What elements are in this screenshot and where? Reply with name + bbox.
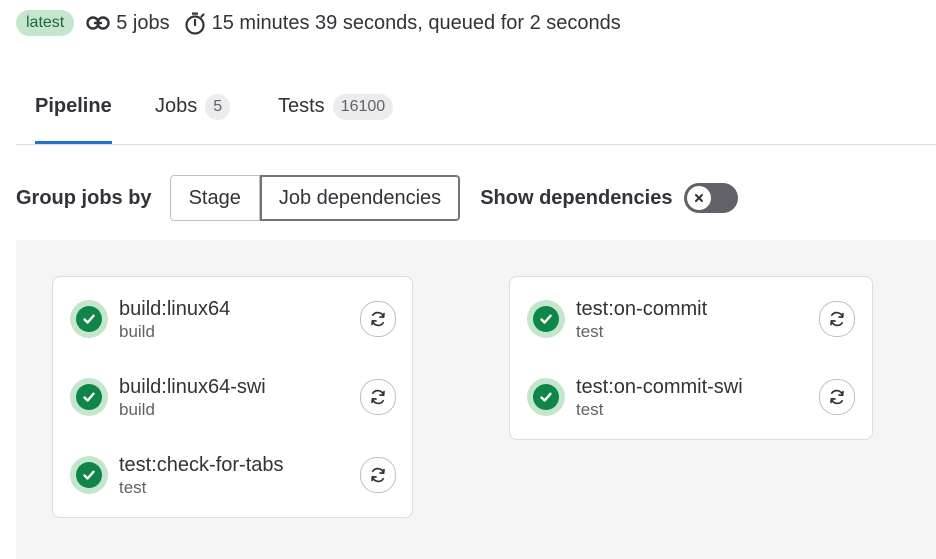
job-group: test:on-commit test test:on-commit-swi t…: [509, 276, 873, 440]
status-passed: [70, 378, 108, 416]
pipeline-tabs: Pipeline Jobs 5 Tests 16100: [16, 70, 936, 145]
job-stage: test: [119, 478, 147, 497]
latest-badge: latest: [16, 10, 75, 36]
pipeline-link-icon: [86, 16, 110, 30]
retry-icon: [371, 467, 385, 483]
tab-jobs-label: Jobs: [155, 95, 198, 117]
tab-pipeline[interactable]: Pipeline: [35, 70, 112, 144]
status-passed: [527, 300, 565, 338]
status-passed: [70, 300, 108, 338]
job-name: test:on-commit: [576, 298, 708, 320]
retry-button[interactable]: [360, 457, 396, 493]
status-passed: [527, 378, 565, 416]
close-icon: [695, 194, 704, 202]
pipeline-summary: latest 5 jobs 15 minutes 39 seconds, que…: [16, 9, 635, 37]
retry-button[interactable]: [819, 379, 855, 415]
status-passed: [70, 456, 108, 494]
job-item[interactable]: test:on-commit-swi test: [510, 367, 872, 427]
pipeline-graph: build:linux64 build build:linux64-swi bu…: [16, 240, 936, 559]
job-name: build:linux64-swi: [119, 376, 266, 398]
group-by-job-dependencies-button[interactable]: Job dependencies: [259, 175, 461, 221]
show-dependencies-label: Show dependencies: [480, 186, 673, 209]
tab-tests[interactable]: Tests 16100: [278, 70, 394, 143]
job-group: build:linux64 build build:linux64-swi bu…: [52, 276, 413, 518]
stopwatch-icon: [185, 12, 205, 35]
tab-tests-label: Tests: [278, 95, 325, 117]
retry-icon: [830, 311, 844, 327]
job-stage: test: [576, 322, 604, 341]
tab-tests-count: 16100: [332, 93, 394, 120]
job-item[interactable]: test:check-for-tabs test: [53, 445, 412, 505]
retry-icon: [371, 311, 385, 327]
retry-button[interactable]: [360, 301, 396, 337]
check-circle-icon: [83, 392, 95, 402]
job-item[interactable]: test:on-commit test: [510, 289, 872, 349]
job-name: test:on-commit-swi: [576, 376, 743, 398]
graph-controls: Group jobs by Stage Job dependencies Sho…: [16, 174, 739, 222]
retry-button[interactable]: [819, 301, 855, 337]
retry-button[interactable]: [360, 379, 396, 415]
job-name: build:linux64: [119, 298, 231, 320]
job-item[interactable]: build:linux64-swi build: [53, 367, 412, 427]
group-by-stage-button[interactable]: Stage: [169, 175, 260, 221]
show-dependencies-toggle[interactable]: [684, 183, 739, 213]
tab-jobs[interactable]: Jobs 5: [155, 70, 231, 143]
job-stage: build: [119, 322, 155, 341]
toggle-knob: [687, 186, 712, 210]
job-item[interactable]: build:linux64 build: [53, 289, 412, 349]
tab-jobs-count: 5: [205, 93, 231, 120]
duration-text: 15 minutes 39 seconds, queued for 2 seco…: [211, 11, 621, 34]
jobs-count: 5 jobs: [86, 11, 170, 35]
tab-pipeline-label: Pipeline: [35, 95, 112, 117]
check-circle-icon: [83, 470, 95, 480]
job-stage: test: [576, 400, 604, 419]
duration: 15 minutes 39 seconds, queued for 2 seco…: [184, 11, 621, 35]
jobs-count-text: 5 jobs: [116, 11, 170, 34]
check-circle-icon: [540, 314, 552, 324]
group-jobs-by-label: Group jobs by: [16, 186, 152, 209]
job-stage: build: [119, 400, 155, 419]
group-by-segmented-control: Stage Job dependencies: [169, 175, 461, 221]
check-circle-icon: [540, 392, 552, 402]
retry-icon: [830, 389, 844, 405]
retry-icon: [371, 389, 385, 405]
job-name: test:check-for-tabs: [119, 454, 284, 476]
check-circle-icon: [83, 314, 95, 324]
